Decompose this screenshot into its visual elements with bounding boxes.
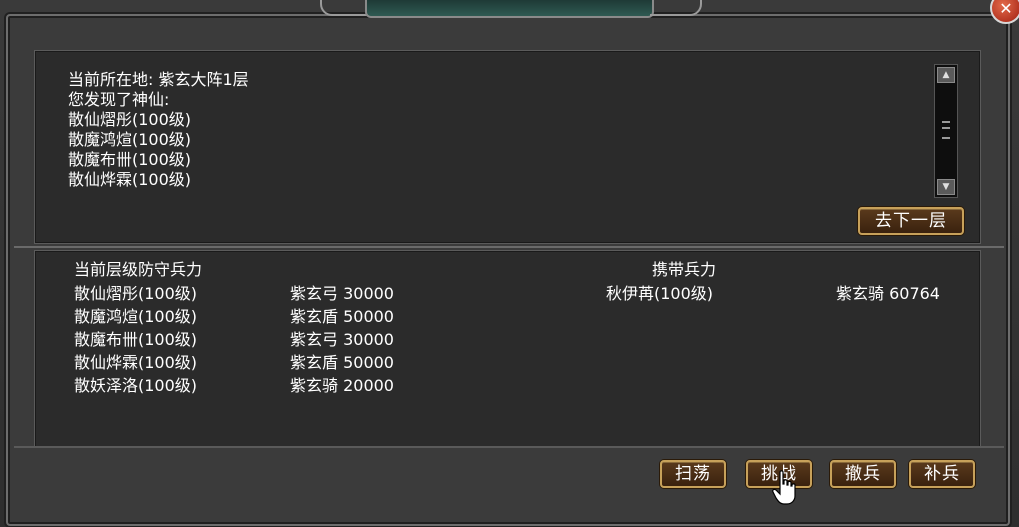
found-heading: 您发现了神仙:	[68, 90, 170, 109]
location-text: 当前所在地: 紫玄大阵1层	[68, 70, 249, 89]
defender-troop: 紫玄盾 50000	[290, 307, 394, 326]
arrow-down-icon[interactable]: ▼	[937, 179, 955, 195]
hand-pointer-icon	[772, 470, 796, 505]
defender-troop: 紫玄弓 30000	[290, 330, 394, 349]
close-icon: ✕	[999, 0, 1013, 18]
withdraw-button[interactable]: 撤兵	[830, 460, 896, 488]
carried-troop: 紫玄骑 60764	[836, 284, 940, 303]
found-item: 散魔布卌(100级)	[68, 150, 192, 169]
defender-troop: 紫玄盾 50000	[290, 353, 394, 372]
carried-hero-name: 秋伊苒(100级)	[606, 284, 714, 303]
defender-troop: 紫玄弓 30000	[290, 284, 394, 303]
dialog-window: ✕ 当前所在地: 紫玄大阵1层 您发现了神仙: 散仙熠彤(100级) 散魔鸿煊(…	[0, 0, 1019, 527]
defender-name: 散妖泽洛(100级)	[74, 376, 198, 395]
found-item: 散魔鸿煊(100级)	[68, 130, 192, 149]
defender-name: 散仙烨霖(100级)	[74, 353, 198, 372]
defender-name: 散魔鸿煊(100级)	[74, 307, 198, 326]
divider	[14, 446, 1004, 448]
defender-name: 散仙熠彤(100级)	[74, 284, 198, 303]
carried-header: 携带兵力	[652, 260, 717, 279]
defense-header: 当前层级防守兵力	[74, 260, 203, 279]
next-floor-button[interactable]: 去下一层	[858, 207, 964, 235]
divider	[14, 246, 1004, 248]
defender-troop: 紫玄骑 20000	[290, 376, 394, 395]
scrollbar[interactable]: ▲ ▼	[934, 64, 958, 198]
scroll-thumb[interactable]	[942, 121, 950, 139]
found-item: 散仙烨霖(100级)	[68, 170, 192, 189]
title-ornament-right	[650, 0, 702, 16]
arrow-up-icon[interactable]: ▲	[937, 67, 955, 83]
title-plate	[365, 0, 654, 18]
defender-name: 散魔布卌(100级)	[74, 330, 198, 349]
replenish-button[interactable]: 补兵	[909, 460, 975, 488]
sweep-button[interactable]: 扫荡	[660, 460, 726, 488]
found-item: 散仙熠彤(100级)	[68, 110, 192, 129]
